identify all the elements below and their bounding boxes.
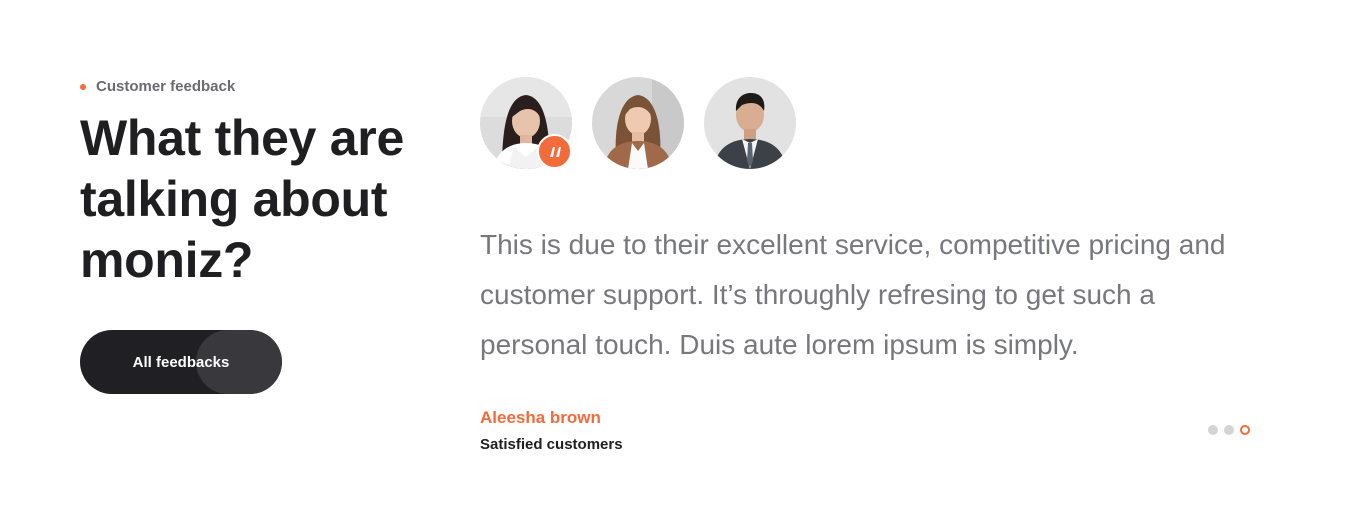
testimonials-section: Customer feedback What they are talking … [0, 0, 1372, 526]
section-headline: What they are talking about moniz? [80, 110, 404, 288]
avatar-2[interactable] [592, 77, 684, 169]
quote-icon [549, 146, 561, 157]
pager-dot-1[interactable] [1208, 425, 1218, 435]
avatar-list [480, 77, 796, 169]
pager-dot-2[interactable] [1224, 425, 1234, 435]
testimonial-quote: This is due to their excellent service, … [480, 229, 1226, 360]
all-feedbacks-button[interactable]: All feedbacks [80, 330, 282, 394]
author-role: Satisfied customers [480, 436, 623, 453]
quote-badge [537, 134, 572, 169]
section-eyebrow: Customer feedback [80, 78, 235, 95]
avatar-3[interactable] [704, 77, 796, 169]
avatar-1[interactable] [480, 77, 572, 169]
carousel-pager [1208, 425, 1250, 435]
eyebrow-label: Customer feedback [96, 78, 236, 95]
female-avatar-2-image [592, 77, 684, 169]
eyebrow-dot [80, 83, 86, 90]
all-feedbacks-button-label: All feedbacks [132, 353, 230, 371]
male-avatar-image [704, 77, 796, 169]
author-name: Aleesha brown [480, 408, 601, 427]
pager-dot-3[interactable] [1240, 425, 1250, 435]
